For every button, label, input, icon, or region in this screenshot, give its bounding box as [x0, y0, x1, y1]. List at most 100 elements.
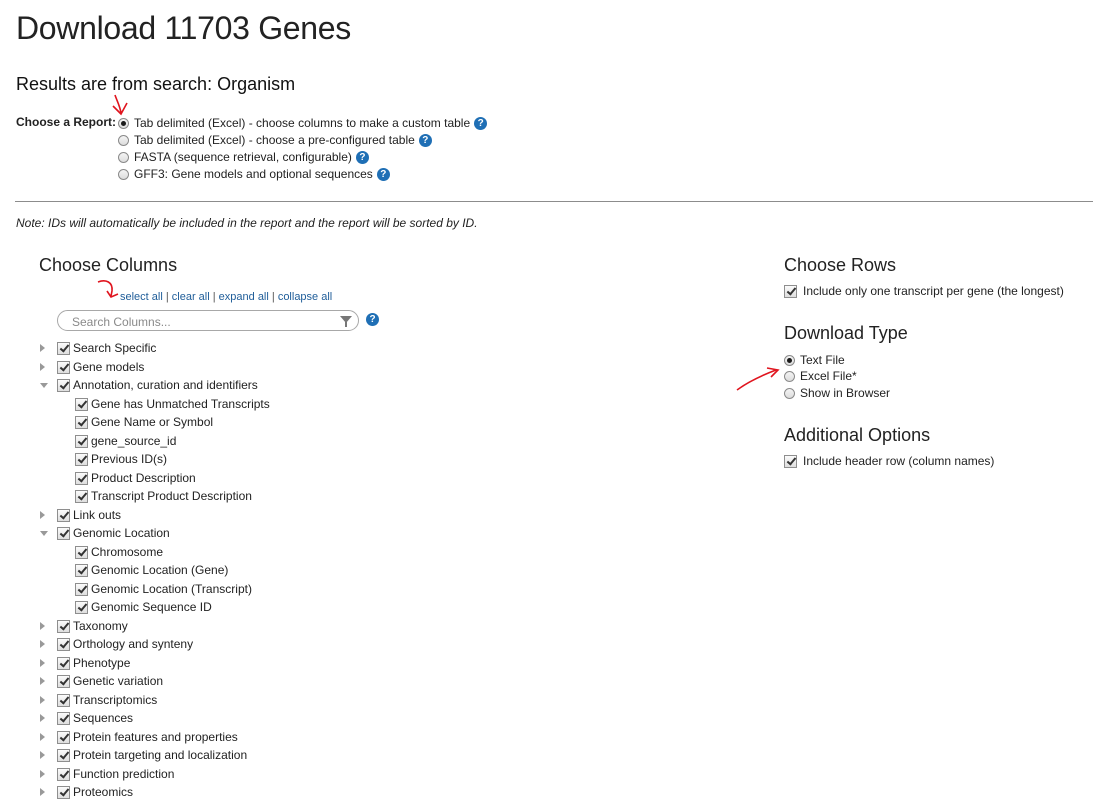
help-icon[interactable]: ? [418, 133, 432, 147]
search-columns-input[interactable] [70, 313, 334, 330]
column-checkbox[interactable] [57, 748, 70, 762]
column-tree-item-protein-targeting-and-localization[interactable]: Protein targeting and localization [40, 747, 247, 763]
download-excel-file-option[interactable]: Excel File* [784, 369, 857, 383]
column-tree-item-protein-features-and-properties[interactable]: Protein features and properties [40, 729, 238, 745]
column-tree-item-previous-id-s[interactable]: Previous ID(s) [75, 451, 167, 467]
expand-arrow-icon[interactable] [40, 363, 45, 371]
excel-file-radio[interactable] [784, 370, 795, 382]
expand-arrow-icon[interactable] [40, 622, 45, 630]
column-checkbox[interactable] [75, 452, 88, 466]
column-tree-item-transcript-product-description[interactable]: Transcript Product Description [75, 488, 252, 504]
column-tree-item-genomic-sequence-id[interactable]: Genomic Sequence ID [75, 599, 212, 615]
report-option-gff3[interactable]: GFF3: Gene models and optional sequences… [118, 167, 390, 181]
one-transcript-option[interactable]: Include only one transcript per gene (th… [784, 284, 1064, 298]
text-file-label: Text File [800, 353, 845, 367]
expand-arrow-icon[interactable] [40, 344, 45, 352]
report-option-custom-table[interactable]: Tab delimited (Excel) - choose columns t… [118, 116, 488, 130]
column-checkbox[interactable] [75, 434, 88, 448]
column-tree-item-gene-models[interactable]: Gene models [40, 359, 144, 375]
show-in-browser-radio[interactable] [784, 387, 795, 399]
column-tree-item-sequences[interactable]: Sequences [40, 710, 133, 726]
choose-columns-heading: Choose Columns [39, 255, 178, 275]
column-tree-item-proteomics[interactable]: Proteomics [40, 784, 133, 800]
column-checkbox[interactable] [57, 360, 70, 374]
clear-all-link[interactable]: clear all [172, 291, 210, 303]
column-tree-item-gene-has-unmatched-transcripts[interactable]: Gene has Unmatched Transcripts [75, 396, 270, 412]
column-tree-item-phenotype[interactable]: Phenotype [40, 655, 130, 671]
column-tree-item-gene-source-id[interactable]: gene_source_id [75, 433, 176, 449]
download-text-file-option[interactable]: Text File [784, 353, 845, 367]
expand-arrow-icon[interactable] [40, 714, 45, 722]
expand-arrow-icon[interactable] [40, 677, 45, 685]
collapse-arrow-icon[interactable] [40, 530, 48, 536]
column-checkbox[interactable] [57, 730, 70, 744]
download-show-in-browser-option[interactable]: Show in Browser [784, 386, 890, 400]
expand-arrow-icon[interactable] [40, 751, 45, 759]
column-tree-item-function-prediction[interactable]: Function prediction [40, 766, 174, 782]
column-checkbox[interactable] [75, 582, 88, 596]
column-tree-item-genomic-location-transcript[interactable]: Genomic Location (Transcript) [75, 581, 252, 597]
column-tree-item-genomic-location-gene[interactable]: Genomic Location (Gene) [75, 562, 228, 578]
column-checkbox[interactable] [57, 378, 70, 392]
column-tree-label: gene_source_id [91, 434, 177, 448]
column-tree-item-annotation-curation-and-identifiers[interactable]: Annotation, curation and identifiers [40, 377, 258, 393]
column-tree-item-product-description[interactable]: Product Description [75, 470, 196, 486]
expand-arrow-icon[interactable] [40, 788, 45, 796]
expand-arrow-icon[interactable] [40, 511, 45, 519]
column-checkbox[interactable] [57, 785, 70, 799]
column-checkbox[interactable] [75, 545, 88, 559]
column-tree-item-orthology-and-synteny[interactable]: Orthology and synteny [40, 636, 193, 652]
column-checkbox[interactable] [57, 674, 70, 688]
report-option-preconfigured-table[interactable]: Tab delimited (Excel) - choose a pre-con… [118, 133, 432, 147]
help-icon[interactable]: ? [376, 167, 390, 181]
column-checkbox[interactable] [57, 656, 70, 670]
help-icon[interactable]: ? [366, 313, 379, 326]
report-fasta-radio[interactable] [118, 151, 129, 163]
help-icon[interactable]: ? [355, 150, 369, 164]
collapse-all-link[interactable]: collapse all [278, 291, 332, 303]
help-icon[interactable]: ? [474, 116, 488, 130]
column-tree-item-taxonomy[interactable]: Taxonomy [40, 618, 128, 634]
header-row-checkbox[interactable] [784, 454, 797, 468]
column-checkbox[interactable] [57, 508, 70, 522]
column-checkbox[interactable] [57, 711, 70, 725]
column-checkbox[interactable] [57, 341, 70, 355]
report-option-fasta[interactable]: FASTA (sequence retrieval, configurable)… [118, 150, 369, 164]
column-tree-label: Gene has Unmatched Transcripts [91, 397, 270, 411]
report-preconfigured-radio[interactable] [118, 134, 129, 146]
column-checkbox[interactable] [75, 397, 88, 411]
column-tree-item-gene-name-or-symbol[interactable]: Gene Name or Symbol [75, 414, 213, 430]
report-gff3-radio[interactable] [118, 168, 129, 180]
column-tree-item-link-outs[interactable]: Link outs [40, 507, 121, 523]
choose-rows-heading: Choose Rows [784, 255, 897, 275]
expand-all-link[interactable]: expand all [219, 291, 269, 303]
column-checkbox[interactable] [75, 600, 88, 614]
column-checkbox[interactable] [57, 637, 70, 651]
expand-arrow-icon[interactable] [40, 733, 45, 741]
expand-arrow-icon[interactable] [40, 770, 45, 778]
header-row-option[interactable]: Include header row (column names) [784, 454, 994, 468]
collapse-arrow-icon[interactable] [40, 382, 48, 388]
filter-icon[interactable] [340, 316, 352, 327]
one-transcript-checkbox[interactable] [784, 284, 797, 298]
text-file-radio[interactable] [784, 354, 795, 366]
column-tree-item-search-specific[interactable]: Search Specific [40, 340, 156, 356]
column-tree-item-genetic-variation[interactable]: Genetic variation [40, 673, 163, 689]
column-checkbox[interactable] [75, 563, 88, 577]
select-all-link[interactable]: select all [120, 291, 163, 303]
link-separator: | [212, 291, 216, 303]
search-columns-box [57, 310, 359, 331]
column-checkbox[interactable] [75, 471, 88, 485]
column-tree-item-genomic-location[interactable]: Genomic Location [40, 525, 170, 541]
expand-arrow-icon[interactable] [40, 659, 45, 667]
column-tree-item-transcriptomics[interactable]: Transcriptomics [40, 692, 157, 708]
column-checkbox[interactable] [75, 415, 88, 429]
column-checkbox[interactable] [57, 693, 70, 707]
column-tree-item-chromosome[interactable]: Chromosome [75, 544, 163, 560]
column-checkbox[interactable] [75, 489, 88, 503]
column-checkbox[interactable] [57, 526, 70, 540]
expand-arrow-icon[interactable] [40, 640, 45, 648]
expand-arrow-icon[interactable] [40, 696, 45, 704]
column-checkbox[interactable] [57, 767, 70, 781]
column-checkbox[interactable] [57, 619, 70, 633]
